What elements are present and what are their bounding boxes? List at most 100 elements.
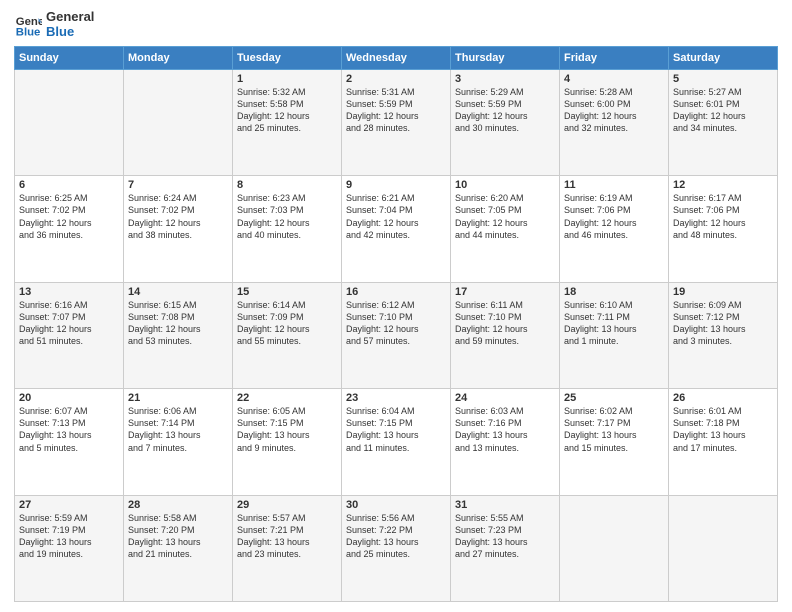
day-cell: 4Sunrise: 5:28 AM Sunset: 6:00 PM Daylig… <box>560 69 669 175</box>
day-cell: 8Sunrise: 6:23 AM Sunset: 7:03 PM Daylig… <box>233 176 342 282</box>
day-info: Sunrise: 6:25 AM Sunset: 7:02 PM Dayligh… <box>19 192 119 241</box>
day-info: Sunrise: 6:11 AM Sunset: 7:10 PM Dayligh… <box>455 299 555 348</box>
day-number: 21 <box>128 392 228 404</box>
weekday-header: Friday <box>560 46 669 69</box>
day-number: 3 <box>455 73 555 85</box>
day-info: Sunrise: 5:59 AM Sunset: 7:19 PM Dayligh… <box>19 512 119 561</box>
day-number: 9 <box>346 179 446 191</box>
day-info: Sunrise: 6:07 AM Sunset: 7:13 PM Dayligh… <box>19 405 119 454</box>
day-number: 13 <box>19 286 119 298</box>
day-number: 6 <box>19 179 119 191</box>
day-info: Sunrise: 6:04 AM Sunset: 7:15 PM Dayligh… <box>346 405 446 454</box>
day-cell <box>124 69 233 175</box>
day-cell: 11Sunrise: 6:19 AM Sunset: 7:06 PM Dayli… <box>560 176 669 282</box>
day-cell: 12Sunrise: 6:17 AM Sunset: 7:06 PM Dayli… <box>669 176 778 282</box>
day-cell: 9Sunrise: 6:21 AM Sunset: 7:04 PM Daylig… <box>342 176 451 282</box>
day-cell: 13Sunrise: 6:16 AM Sunset: 7:07 PM Dayli… <box>15 282 124 388</box>
day-cell: 1Sunrise: 5:32 AM Sunset: 5:58 PM Daylig… <box>233 69 342 175</box>
day-cell: 3Sunrise: 5:29 AM Sunset: 5:59 PM Daylig… <box>451 69 560 175</box>
day-info: Sunrise: 6:19 AM Sunset: 7:06 PM Dayligh… <box>564 192 664 241</box>
day-info: Sunrise: 6:20 AM Sunset: 7:05 PM Dayligh… <box>455 192 555 241</box>
day-cell: 19Sunrise: 6:09 AM Sunset: 7:12 PM Dayli… <box>669 282 778 388</box>
day-number: 30 <box>346 499 446 511</box>
svg-text:Blue: Blue <box>16 26 41 38</box>
logo-text: General <box>46 10 94 25</box>
day-info: Sunrise: 5:31 AM Sunset: 5:59 PM Dayligh… <box>346 86 446 135</box>
day-number: 24 <box>455 392 555 404</box>
day-number: 12 <box>673 179 773 191</box>
day-number: 16 <box>346 286 446 298</box>
header-row: SundayMondayTuesdayWednesdayThursdayFrid… <box>15 46 778 69</box>
day-info: Sunrise: 6:05 AM Sunset: 7:15 PM Dayligh… <box>237 405 337 454</box>
day-info: Sunrise: 6:21 AM Sunset: 7:04 PM Dayligh… <box>346 192 446 241</box>
day-number: 23 <box>346 392 446 404</box>
day-number: 22 <box>237 392 337 404</box>
calendar-page: General Blue General Blue SundayMondayTu… <box>0 0 792 612</box>
day-number: 28 <box>128 499 228 511</box>
day-number: 27 <box>19 499 119 511</box>
day-cell: 28Sunrise: 5:58 AM Sunset: 7:20 PM Dayli… <box>124 495 233 601</box>
week-row: 20Sunrise: 6:07 AM Sunset: 7:13 PM Dayli… <box>15 389 778 495</box>
week-row: 13Sunrise: 6:16 AM Sunset: 7:07 PM Dayli… <box>15 282 778 388</box>
day-info: Sunrise: 6:24 AM Sunset: 7:02 PM Dayligh… <box>128 192 228 241</box>
logo-text2: Blue <box>46 25 94 40</box>
day-info: Sunrise: 6:03 AM Sunset: 7:16 PM Dayligh… <box>455 405 555 454</box>
day-number: 4 <box>564 73 664 85</box>
day-info: Sunrise: 6:23 AM Sunset: 7:03 PM Dayligh… <box>237 192 337 241</box>
day-cell: 15Sunrise: 6:14 AM Sunset: 7:09 PM Dayli… <box>233 282 342 388</box>
week-row: 6Sunrise: 6:25 AM Sunset: 7:02 PM Daylig… <box>15 176 778 282</box>
day-info: Sunrise: 6:02 AM Sunset: 7:17 PM Dayligh… <box>564 405 664 454</box>
day-cell: 30Sunrise: 5:56 AM Sunset: 7:22 PM Dayli… <box>342 495 451 601</box>
day-number: 26 <box>673 392 773 404</box>
day-number: 25 <box>564 392 664 404</box>
day-info: Sunrise: 6:12 AM Sunset: 7:10 PM Dayligh… <box>346 299 446 348</box>
day-info: Sunrise: 6:01 AM Sunset: 7:18 PM Dayligh… <box>673 405 773 454</box>
weekday-header: Monday <box>124 46 233 69</box>
day-number: 15 <box>237 286 337 298</box>
header: General Blue General Blue <box>14 10 778 40</box>
weekday-header: Tuesday <box>233 46 342 69</box>
logo-icon: General Blue <box>14 11 42 39</box>
day-cell: 25Sunrise: 6:02 AM Sunset: 7:17 PM Dayli… <box>560 389 669 495</box>
day-cell: 24Sunrise: 6:03 AM Sunset: 7:16 PM Dayli… <box>451 389 560 495</box>
day-cell: 26Sunrise: 6:01 AM Sunset: 7:18 PM Dayli… <box>669 389 778 495</box>
week-row: 1Sunrise: 5:32 AM Sunset: 5:58 PM Daylig… <box>15 69 778 175</box>
day-info: Sunrise: 5:27 AM Sunset: 6:01 PM Dayligh… <box>673 86 773 135</box>
day-number: 20 <box>19 392 119 404</box>
day-number: 17 <box>455 286 555 298</box>
weekday-header: Saturday <box>669 46 778 69</box>
day-number: 11 <box>564 179 664 191</box>
day-number: 5 <box>673 73 773 85</box>
calendar-table: SundayMondayTuesdayWednesdayThursdayFrid… <box>14 46 778 602</box>
day-cell <box>669 495 778 601</box>
day-info: Sunrise: 6:10 AM Sunset: 7:11 PM Dayligh… <box>564 299 664 348</box>
weekday-header: Thursday <box>451 46 560 69</box>
day-info: Sunrise: 5:55 AM Sunset: 7:23 PM Dayligh… <box>455 512 555 561</box>
day-cell: 31Sunrise: 5:55 AM Sunset: 7:23 PM Dayli… <box>451 495 560 601</box>
day-cell: 29Sunrise: 5:57 AM Sunset: 7:21 PM Dayli… <box>233 495 342 601</box>
day-cell: 21Sunrise: 6:06 AM Sunset: 7:14 PM Dayli… <box>124 389 233 495</box>
day-cell: 7Sunrise: 6:24 AM Sunset: 7:02 PM Daylig… <box>124 176 233 282</box>
day-cell: 23Sunrise: 6:04 AM Sunset: 7:15 PM Dayli… <box>342 389 451 495</box>
day-cell: 27Sunrise: 5:59 AM Sunset: 7:19 PM Dayli… <box>15 495 124 601</box>
day-cell: 20Sunrise: 6:07 AM Sunset: 7:13 PM Dayli… <box>15 389 124 495</box>
day-number: 29 <box>237 499 337 511</box>
day-number: 14 <box>128 286 228 298</box>
day-cell: 14Sunrise: 6:15 AM Sunset: 7:08 PM Dayli… <box>124 282 233 388</box>
week-row: 27Sunrise: 5:59 AM Sunset: 7:19 PM Dayli… <box>15 495 778 601</box>
day-info: Sunrise: 6:15 AM Sunset: 7:08 PM Dayligh… <box>128 299 228 348</box>
day-cell <box>560 495 669 601</box>
day-number: 8 <box>237 179 337 191</box>
day-info: Sunrise: 5:57 AM Sunset: 7:21 PM Dayligh… <box>237 512 337 561</box>
day-info: Sunrise: 6:17 AM Sunset: 7:06 PM Dayligh… <box>673 192 773 241</box>
day-number: 19 <box>673 286 773 298</box>
day-cell <box>15 69 124 175</box>
day-number: 7 <box>128 179 228 191</box>
day-info: Sunrise: 5:58 AM Sunset: 7:20 PM Dayligh… <box>128 512 228 561</box>
day-cell: 10Sunrise: 6:20 AM Sunset: 7:05 PM Dayli… <box>451 176 560 282</box>
day-info: Sunrise: 6:09 AM Sunset: 7:12 PM Dayligh… <box>673 299 773 348</box>
day-info: Sunrise: 5:28 AM Sunset: 6:00 PM Dayligh… <box>564 86 664 135</box>
day-info: Sunrise: 5:32 AM Sunset: 5:58 PM Dayligh… <box>237 86 337 135</box>
day-info: Sunrise: 5:29 AM Sunset: 5:59 PM Dayligh… <box>455 86 555 135</box>
day-number: 10 <box>455 179 555 191</box>
